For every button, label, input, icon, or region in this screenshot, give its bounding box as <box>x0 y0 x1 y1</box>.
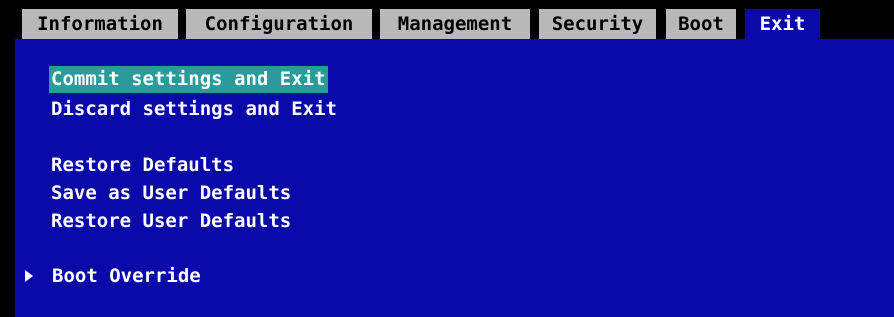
tab-boot[interactable]: Boot <box>666 9 736 39</box>
bios-screen: Information Configuration Management Sec… <box>0 0 894 317</box>
tab-management[interactable]: Management <box>380 9 530 39</box>
menu-item-restore-user-defaults[interactable]: Restore User Defaults <box>51 208 291 235</box>
menu-item-discard-exit[interactable]: Discard settings and Exit <box>51 96 337 123</box>
tab-configuration[interactable]: Configuration <box>186 9 372 39</box>
menu-item-commit-exit[interactable]: Commit settings and Exit <box>49 66 328 93</box>
tab-exit[interactable]: Exit <box>745 9 820 39</box>
menu-item-boot-override[interactable]: Boot Override <box>52 263 201 290</box>
tab-bar: Information Configuration Management Sec… <box>0 0 894 40</box>
tab-security[interactable]: Security <box>539 9 656 39</box>
tab-information[interactable]: Information <box>22 9 178 39</box>
submenu-arrow-icon <box>25 270 33 282</box>
menu-item-restore-defaults[interactable]: Restore Defaults <box>51 152 234 179</box>
menu-item-save-user-defaults[interactable]: Save as User Defaults <box>51 180 291 207</box>
